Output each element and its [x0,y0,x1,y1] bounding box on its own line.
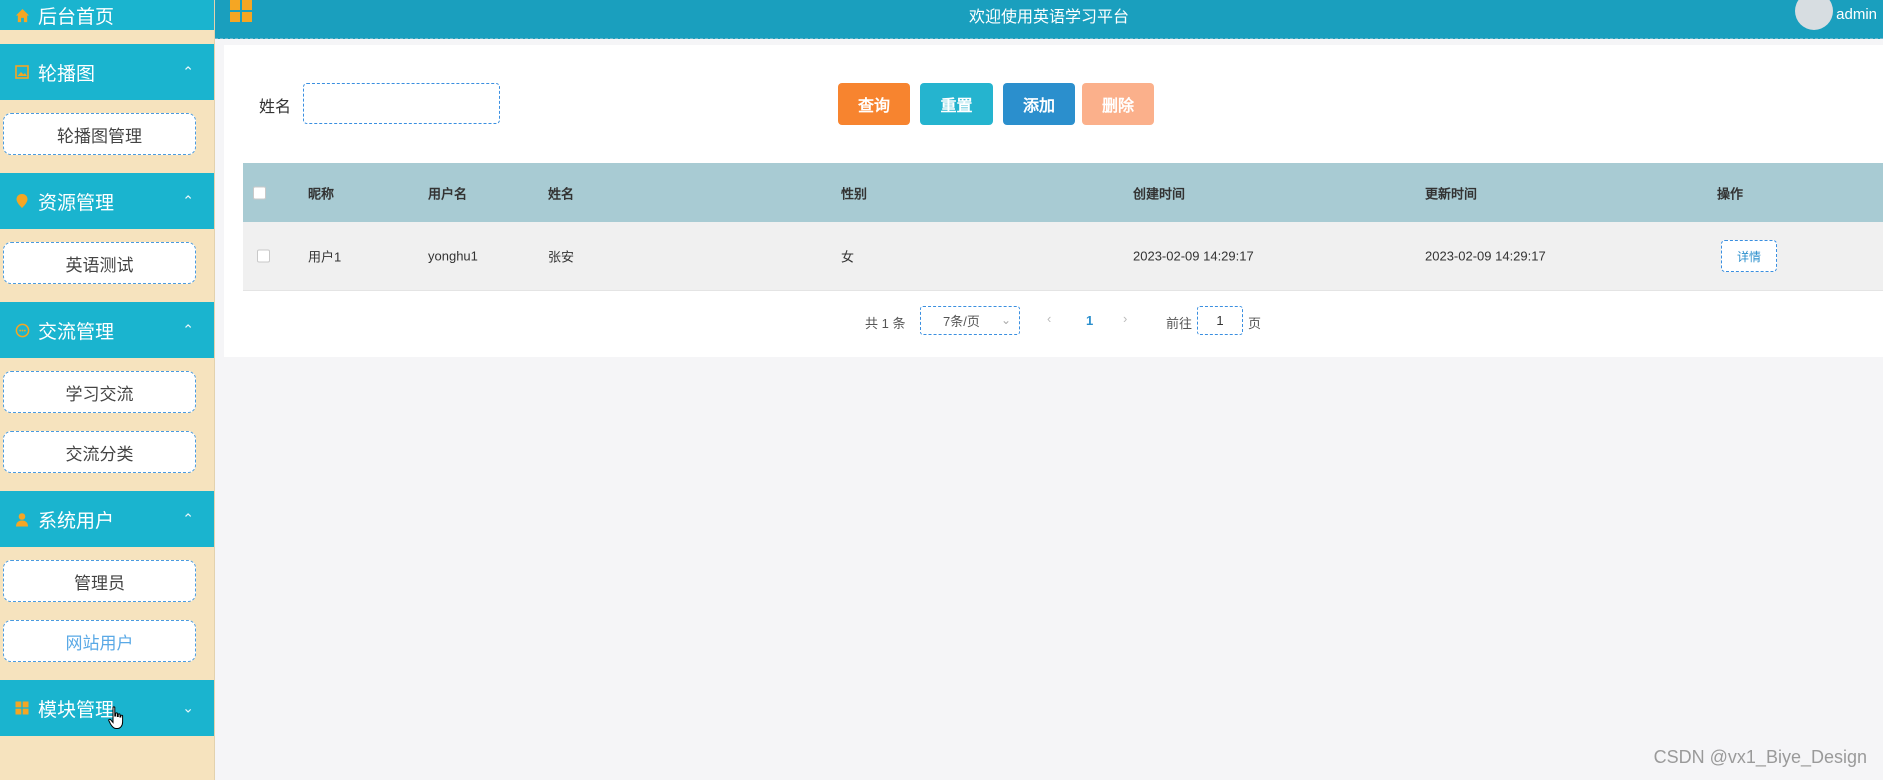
chevron-up-icon: ⌃ [182,321,194,338]
chevron-up-icon: ⌃ [182,63,194,80]
cell-updated: 2023-02-09 14:29:17 [1425,248,1546,264]
sidebar-group-label: 轮播图 [38,63,96,85]
column-header: 创建时间 [1133,186,1186,201]
cell-name: 张安 [548,249,575,265]
search-name-input[interactable] [303,83,500,124]
location-pin-icon [14,193,30,209]
column-header: 更新时间 [1425,186,1478,201]
watermark: CSDN @vx1_Biye_Design [1653,747,1867,767]
content-panel: 姓名 查询 重置 添加 删除 昵称 用户名 姓名 性别 创建时间 更新时间 操作… [224,45,1883,357]
next-page-icon[interactable]: › [1123,311,1127,326]
sidebar-home[interactable]: 后台首页 [0,0,214,30]
column-header: 昵称 [308,186,335,201]
prev-page-icon[interactable]: ‹ [1047,311,1051,326]
detail-button[interactable]: 详情 [1721,240,1777,272]
image-icon [14,64,30,80]
home-icon [14,7,30,23]
chevron-down-icon: ⌄ [182,699,194,716]
select-all-checkbox[interactable] [253,186,266,199]
chevron-down-icon: ⌄ [1000,313,1011,327]
column-header: 用户名 [428,186,468,201]
sidebar-item-english-test[interactable]: 英语测试 [3,242,196,284]
sidebar-group-label: 模块管理 [38,699,115,721]
sidebar-group-resources[interactable]: 资源管理 ⌃ [0,173,214,229]
column-header: 姓名 [548,186,575,201]
sidebar-group-communication[interactable]: 交流管理 ⌃ [0,302,214,358]
cell-username: yonghu1 [428,248,478,264]
top-bar: 欢迎使用英语学习平台 admin [215,0,1883,39]
sidebar-item-exchange-category[interactable]: 交流分类 [3,431,196,473]
chevron-up-icon: ⌃ [182,192,194,209]
total-count: 共 1 条 [865,316,906,331]
sidebar-group-modules[interactable]: 模块管理 ⌄ [0,680,214,736]
chat-icon [14,322,30,338]
table-row: 用户1 yonghu1 张安 女 2023-02-09 14:29:17 202… [243,222,1883,291]
sidebar: 后台首页 轮播图 ⌃ 轮播图管理 资源管理 ⌃ 英语测试 交流管理 ⌃ 学习交流… [0,0,215,780]
page-size-select[interactable]: 7条/页 ⌄ [920,306,1020,335]
sidebar-item-study-exchange[interactable]: 学习交流 [3,371,196,413]
goto-label: 前往 [1166,316,1193,331]
row-checkbox[interactable] [257,249,270,263]
search-name-label: 姓名 [259,99,292,116]
add-button[interactable]: 添加 [1003,83,1075,125]
user-icon [14,511,30,527]
sidebar-group-label: 资源管理 [38,192,115,214]
page-size-value: 7条/页 [943,314,980,329]
cell-gender: 女 [841,249,855,265]
sidebar-group-label: 系统用户 [38,510,115,532]
grid-icon [14,700,30,716]
user-table: 昵称 用户名 姓名 性别 创建时间 更新时间 操作 用户1 yonghu1 张安… [243,163,1883,291]
sidebar-group-label: 交流管理 [38,321,115,343]
chevron-up-icon: ⌃ [182,510,194,527]
sidebar-group-system-users[interactable]: 系统用户 ⌃ [0,491,214,547]
delete-button[interactable]: 删除 [1082,83,1154,125]
column-header: 性别 [841,186,868,201]
sidebar-item-carousel-manage[interactable]: 轮播图管理 [3,113,196,155]
sidebar-group-carousel[interactable]: 轮播图 ⌃ [0,44,214,100]
sidebar-item-site-users[interactable]: 网站用户 [3,620,196,662]
page-title: 欢迎使用英语学习平台 [968,9,1129,26]
reset-button[interactable]: 重置 [920,83,993,125]
cell-nickname: 用户1 [308,249,342,265]
query-button[interactable]: 查询 [838,83,910,125]
page-number[interactable]: 1 [1086,313,1093,328]
cell-created: 2023-02-09 14:29:17 [1133,248,1254,264]
username-label[interactable]: admin [1836,6,1877,23]
hand-cursor-icon [108,706,126,735]
sidebar-item-admin[interactable]: 管理员 [3,560,196,602]
page-suffix: 页 [1248,316,1262,331]
sidebar-home-label: 后台首页 [38,6,115,28]
table-header: 昵称 用户名 姓名 性别 创建时间 更新时间 操作 [243,163,1883,222]
goto-page-input[interactable]: 1 [1197,306,1243,335]
column-header: 操作 [1717,186,1744,201]
